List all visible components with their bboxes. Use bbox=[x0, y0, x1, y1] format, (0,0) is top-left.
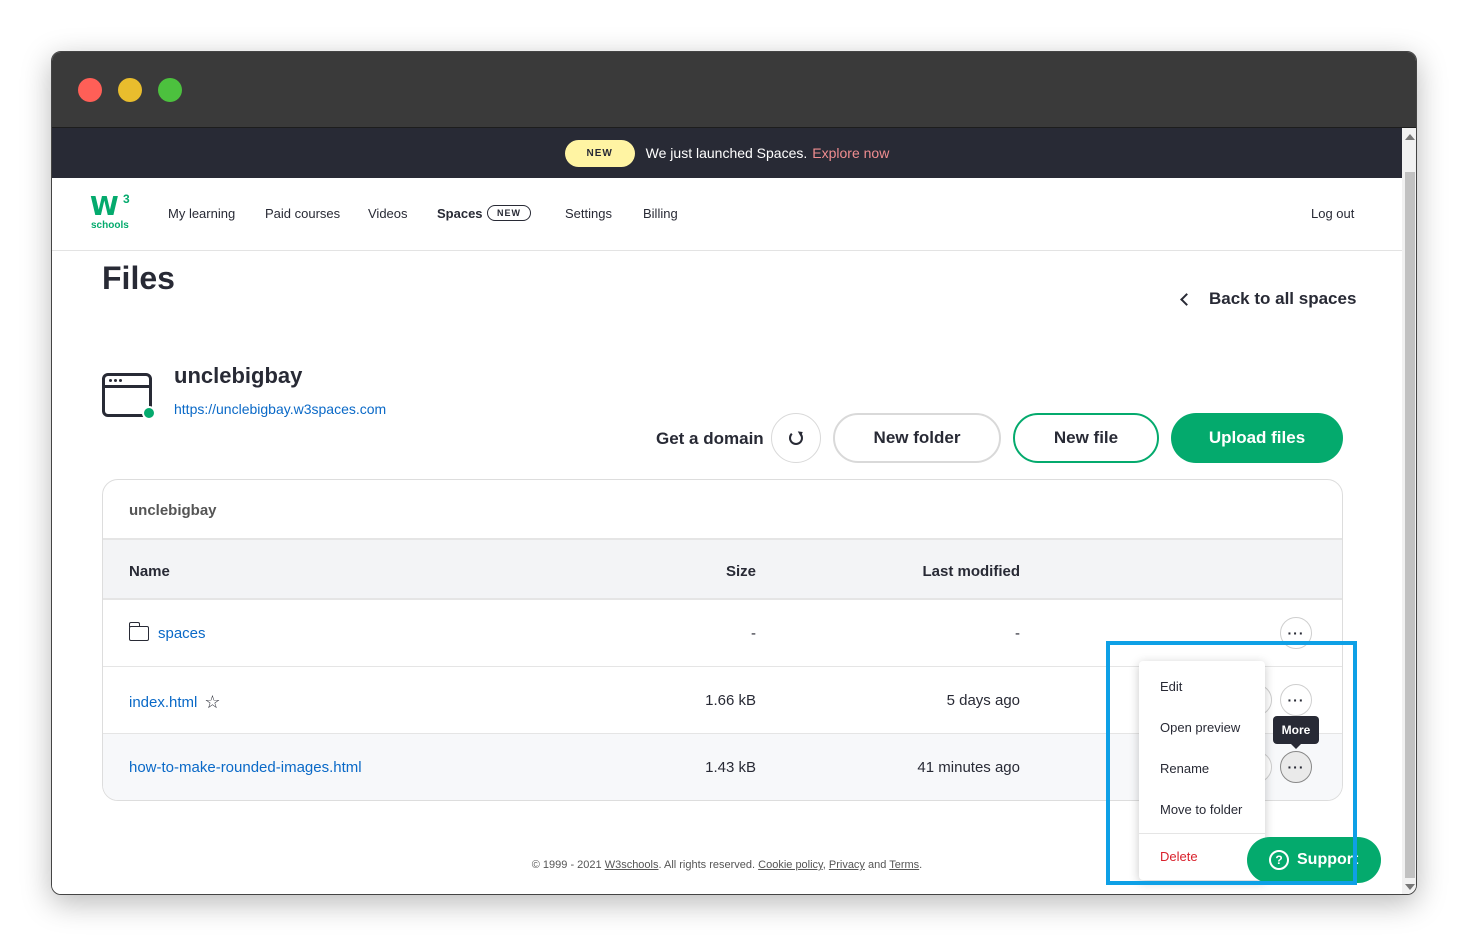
row-size: - bbox=[751, 625, 756, 642]
scroll-up-icon[interactable] bbox=[1405, 134, 1415, 140]
row-modified: 5 days ago bbox=[946, 692, 1020, 709]
new-folder-button[interactable]: New folder bbox=[833, 413, 1001, 463]
star-icon[interactable]: ☆ bbox=[204, 692, 220, 713]
space-url-link[interactable]: https://unclebigbay.w3spaces.com bbox=[174, 401, 386, 417]
header-last-modified[interactable]: Last modified bbox=[922, 563, 1020, 580]
back-to-spaces-link[interactable]: Back to all spaces bbox=[1180, 289, 1357, 309]
row-name: index.html bbox=[129, 694, 198, 711]
logo-mark: W bbox=[90, 192, 119, 222]
announcement-banner: NEW We just launched Spaces. Explore now bbox=[52, 128, 1402, 178]
window-titlebar bbox=[52, 52, 1416, 128]
scrollbar-thumb[interactable] bbox=[1405, 172, 1415, 878]
row-name: spaces bbox=[158, 625, 206, 642]
w3schools-logo[interactable]: W 3 schools bbox=[90, 192, 132, 234]
online-status-icon bbox=[142, 406, 156, 420]
header-name[interactable]: Name bbox=[129, 563, 170, 580]
logout-link[interactable]: Log out bbox=[1311, 206, 1354, 221]
refresh-button[interactable] bbox=[771, 413, 821, 463]
footer-text: . All rights reserved. bbox=[658, 859, 759, 871]
annotation-highlight-box bbox=[1106, 641, 1357, 885]
footer-privacy-link[interactable]: Privacy bbox=[829, 859, 865, 871]
maximize-window-button[interactable] bbox=[158, 78, 182, 102]
get-domain-link[interactable]: Get a domain bbox=[656, 429, 764, 449]
row-modified: - bbox=[1015, 625, 1020, 642]
footer-text: © 1999 - 2021 bbox=[531, 859, 605, 871]
explore-now-link[interactable]: Explore now bbox=[812, 145, 889, 161]
minimize-window-button[interactable] bbox=[118, 78, 142, 102]
nav-paid-courses[interactable]: Paid courses bbox=[265, 206, 340, 221]
row-size: 1.66 kB bbox=[705, 692, 756, 709]
nav-my-learning[interactable]: My learning bbox=[168, 206, 235, 221]
nav-settings[interactable]: Settings bbox=[565, 206, 612, 221]
page-title: Files bbox=[102, 260, 175, 296]
row-modified: 41 minutes ago bbox=[917, 759, 1020, 776]
nav-videos[interactable]: Videos bbox=[368, 206, 408, 221]
footer-text: and bbox=[864, 859, 890, 871]
new-file-button[interactable]: New file bbox=[1013, 413, 1159, 463]
logo-superscript: 3 bbox=[123, 192, 130, 206]
footer-text: . bbox=[919, 859, 923, 871]
row-size: 1.43 kB bbox=[705, 759, 756, 776]
browser-window-icon bbox=[102, 373, 156, 420]
close-window-button[interactable] bbox=[78, 78, 102, 102]
table-header: Name Size Last modified bbox=[103, 540, 1342, 600]
footer-w3schools-link[interactable]: W3schools bbox=[605, 859, 659, 871]
footer-cookie-link[interactable]: Cookie policy bbox=[758, 859, 823, 871]
refresh-icon bbox=[789, 431, 803, 445]
folder-breadcrumb: unclebigbay bbox=[103, 480, 1342, 540]
folder-link[interactable]: spaces bbox=[128, 622, 206, 642]
header-size[interactable]: Size bbox=[726, 563, 756, 580]
new-badge: NEW bbox=[564, 139, 635, 167]
banner-text: We just launched Spaces. bbox=[645, 145, 808, 161]
space-name: unclebigbay bbox=[174, 363, 303, 388]
nav-billing[interactable]: Billing bbox=[643, 206, 678, 221]
row-name: how-to-make-rounded-images.html bbox=[129, 759, 362, 776]
upload-files-button[interactable]: Upload files bbox=[1171, 413, 1343, 463]
folder-icon bbox=[128, 622, 149, 641]
spaces-new-badge: NEW bbox=[487, 205, 531, 221]
file-link[interactable]: how-to-make-rounded-images.html bbox=[129, 759, 362, 776]
back-link-label: Back to all spaces bbox=[1209, 289, 1357, 308]
vertical-scrollbar[interactable] bbox=[1402, 128, 1416, 894]
nav-spaces[interactable]: Spaces bbox=[437, 206, 483, 221]
scroll-down-icon[interactable] bbox=[1405, 884, 1415, 890]
file-link[interactable]: index.html ☆ bbox=[129, 692, 221, 713]
chevron-left-icon bbox=[1180, 292, 1193, 306]
footer-terms-link[interactable]: Terms bbox=[889, 859, 919, 871]
logo-wordmark: schools bbox=[91, 220, 129, 231]
top-navbar: W 3 schools My learning Paid courses Vid… bbox=[52, 178, 1402, 251]
